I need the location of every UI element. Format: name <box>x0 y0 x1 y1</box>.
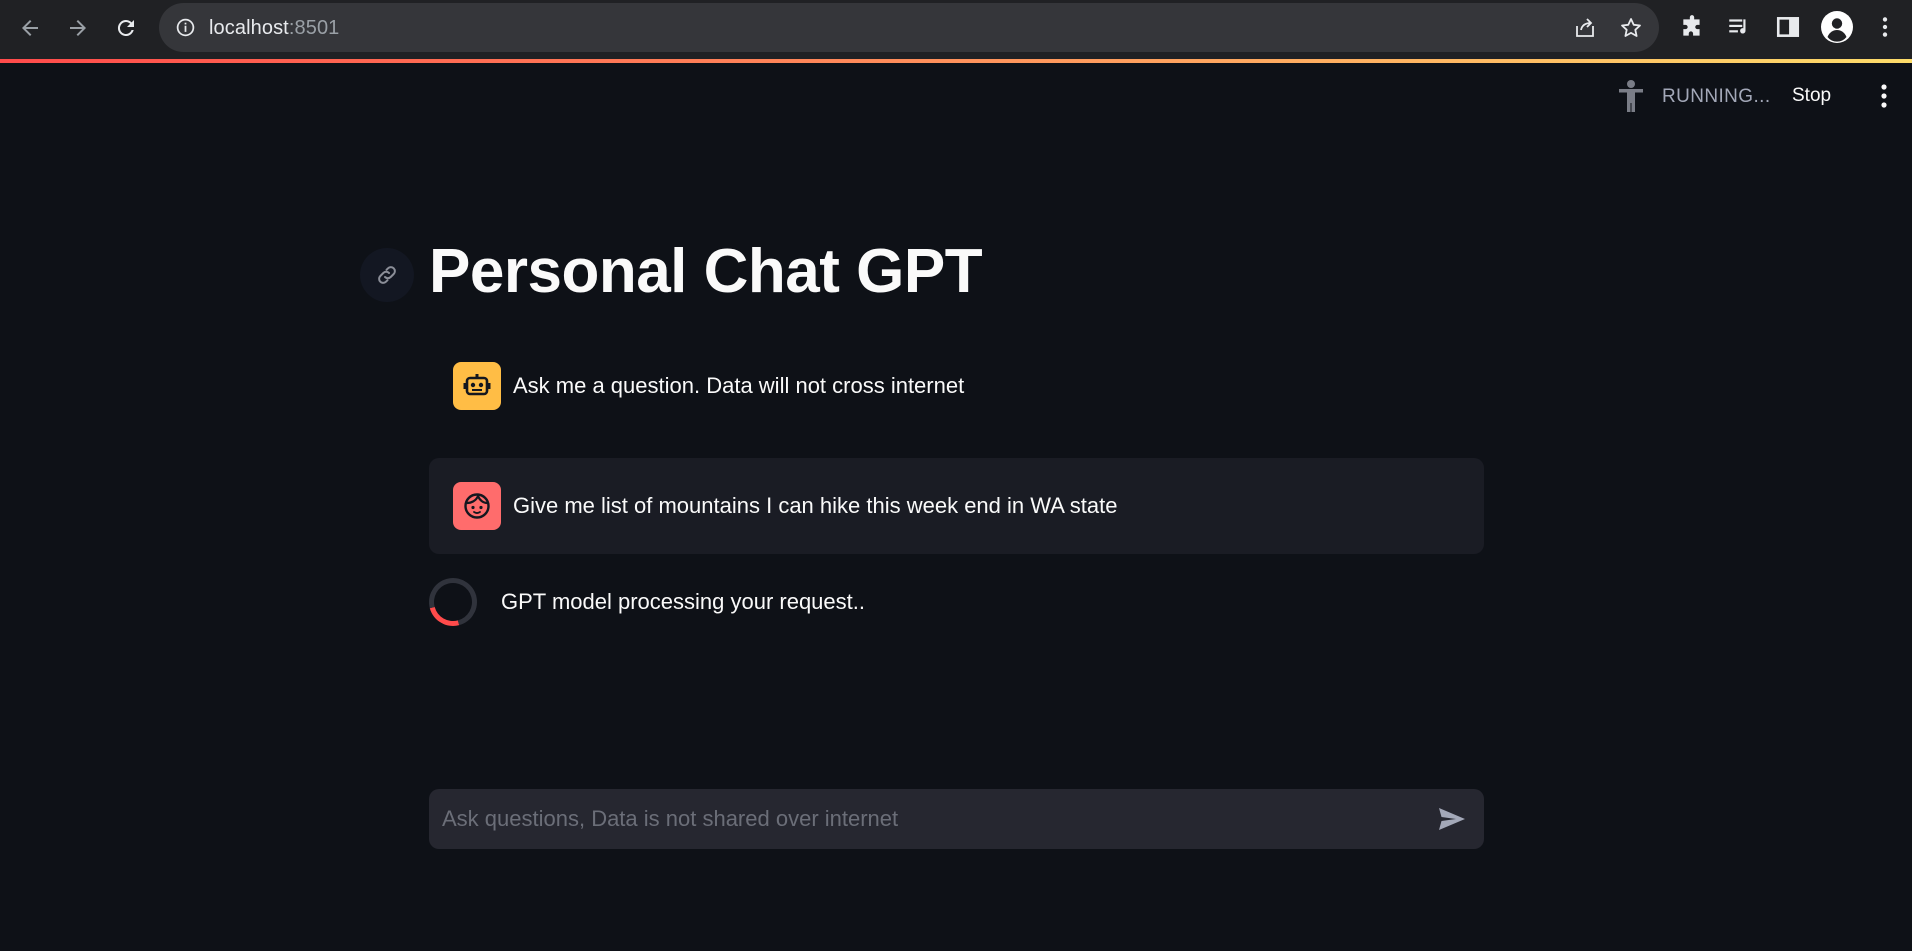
user-avatar <box>453 482 501 530</box>
address-bar[interactable]: localhost:8501 <box>159 3 1659 52</box>
profile-avatar-icon[interactable] <box>1821 11 1853 43</box>
back-button[interactable] <box>12 10 48 46</box>
share-icon[interactable] <box>1573 16 1597 40</box>
forward-button[interactable] <box>60 10 96 46</box>
side-panel-icon[interactable] <box>1775 14 1801 40</box>
info-icon[interactable] <box>175 17 196 38</box>
assistant-avatar <box>453 362 501 410</box>
browser-toolbar: localhost:8501 <box>0 0 1912 59</box>
stop-button[interactable]: Stop <box>1782 79 1841 113</box>
url-host: localhost <box>209 17 289 39</box>
chat-input-field[interactable] <box>429 789 1409 849</box>
reload-icon <box>117 19 134 36</box>
chat-message-user: Give me list of mountains I can hike thi… <box>429 458 1484 554</box>
more-vertical-icon <box>1881 84 1887 108</box>
arrow-right-icon <box>70 20 86 36</box>
url-port: :8501 <box>288 17 340 39</box>
browser-menu-icon[interactable] <box>1872 14 1898 40</box>
spinner-text: GPT model processing your request.. <box>501 589 865 614</box>
face-icon <box>464 492 490 519</box>
running-person-icon <box>1619 80 1643 112</box>
app-header: RUNNING... Stop <box>0 63 1912 129</box>
chat-input-container <box>429 789 1484 849</box>
status-text: RUNNING... <box>1662 86 1771 107</box>
chat-message-assistant: Ask me a question. Data will not cross i… <box>429 358 1484 414</box>
assistant-message-text: Ask me a question. Data will not cross i… <box>513 373 965 398</box>
user-message-text: Give me list of mountains I can hike thi… <box>513 493 1118 518</box>
media-queue-icon[interactable] <box>1726 14 1752 40</box>
main-menu-button[interactable] <box>1870 79 1898 113</box>
send-icon <box>1439 808 1465 830</box>
arrow-left-icon <box>22 20 38 36</box>
url-text[interactable]: localhost:8501 <box>209 17 339 40</box>
reload-button[interactable] <box>108 10 144 46</box>
send-button[interactable] <box>1434 801 1470 837</box>
robot-icon <box>463 374 491 396</box>
extensions-puzzle-icon[interactable] <box>1679 14 1705 40</box>
processing-status: GPT model processing your request.. <box>420 569 865 635</box>
loading-spinner-icon <box>420 569 486 635</box>
title-anchor-link[interactable] <box>360 248 414 302</box>
page-title: Personal Chat GPT <box>429 237 983 306</box>
link-icon <box>378 266 396 284</box>
bookmark-star-icon[interactable] <box>1619 16 1643 40</box>
